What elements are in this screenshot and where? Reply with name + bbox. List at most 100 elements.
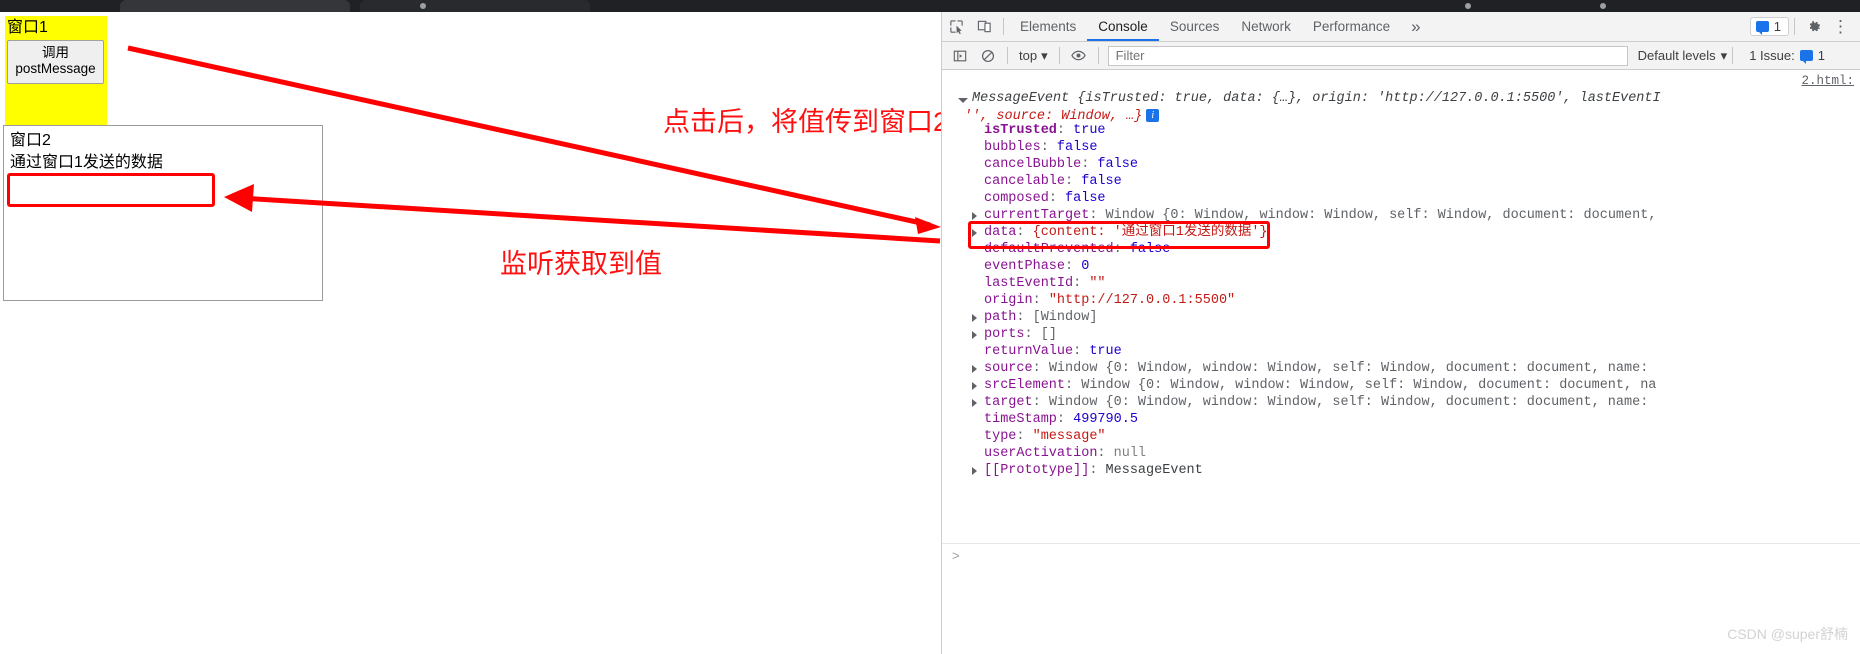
tab-sources[interactable]: Sources	[1159, 12, 1231, 41]
execution-context-select[interactable]: top ▾	[1013, 48, 1054, 64]
group-expand-toggle[interactable]	[958, 98, 968, 103]
console-prop-row: eventPhase: 0	[984, 259, 1090, 274]
live-expression-eye-icon[interactable]	[1065, 43, 1093, 69]
prop-value: [Window]	[1032, 310, 1098, 325]
prop-key: composed	[984, 191, 1049, 206]
profile-icon[interactable]	[1600, 3, 1606, 9]
prop-key: timeStamp	[984, 412, 1057, 427]
page-viewport: 窗口1 调用 postMessage 窗口2 通过窗口1发送的数据 点击后，将值…	[0, 12, 941, 654]
prop-key: currentTarget	[984, 208, 1090, 223]
prop-value: 499790.5	[1073, 412, 1138, 427]
prop-key: source	[984, 361, 1033, 376]
chevron-down-icon-levels: ▾	[1720, 47, 1728, 63]
console-source-link[interactable]: 2.html:	[1801, 73, 1854, 90]
prop-expand-toggle[interactable]	[972, 399, 977, 407]
prop-key: cancelBubble	[984, 157, 1082, 172]
window2-iframe: 窗口2 通过窗口1发送的数据	[3, 125, 323, 301]
console-prop-row: source: Window {0: Window, window: Windo…	[972, 360, 1860, 377]
prop-key: ports	[984, 327, 1025, 342]
chevron-down-icon: ▾	[1041, 47, 1048, 63]
filterbar-divider-2	[1058, 47, 1060, 64]
tab-console[interactable]: Console	[1087, 12, 1159, 41]
prop-key: type	[984, 429, 1017, 444]
kebab-menu-icon[interactable]: ⋮	[1828, 18, 1853, 35]
prop-key: [[Prototype]]	[984, 463, 1090, 478]
tab-performance[interactable]: Performance	[1302, 12, 1401, 41]
console-prop-row: target: Window {0: Window, window: Windo…	[972, 394, 1860, 411]
prop-value: false	[1129, 242, 1171, 257]
console-prop-row: composed: false	[984, 191, 1106, 206]
annotation-click-sends-value: 点击后，将值传到窗口2	[663, 107, 941, 137]
console-sidebar-icon[interactable]	[946, 43, 974, 69]
prop-key: cancelable	[984, 174, 1066, 189]
received-data-highlight-box	[7, 173, 215, 207]
console-prompt[interactable]: >	[952, 548, 960, 565]
console-prop-row: ports: []	[972, 326, 1860, 343]
prop-expand-toggle[interactable]	[972, 331, 977, 339]
log-levels-select[interactable]: Default levels ▾	[1638, 48, 1728, 64]
prop-key: eventPhase	[984, 259, 1066, 274]
prop-value: "http://127.0.0.1:5500"	[1048, 293, 1236, 308]
browser-tab-strip	[0, 0, 1860, 12]
gear-icon[interactable]	[1800, 14, 1828, 40]
window1-title: 窗口1	[7, 19, 48, 36]
device-toolbar-icon[interactable]	[970, 14, 998, 40]
console-message-badge[interactable]: 1	[1749, 17, 1789, 36]
prop-key: userActivation	[984, 446, 1098, 461]
console-prop-row: type: "message"	[984, 429, 1106, 444]
tab-elements-label: Elements	[1020, 19, 1077, 34]
console-prompt-divider	[942, 543, 1860, 544]
info-badge-icon[interactable]: i	[1146, 109, 1160, 122]
prop-key: srcElement	[984, 378, 1066, 393]
tab-network[interactable]: Network	[1230, 12, 1302, 41]
console-prop-row: isTrusted: true	[984, 123, 1106, 138]
prop-expand-toggle[interactable]	[972, 314, 977, 322]
console-message-count: 1	[1773, 19, 1781, 34]
prop-expand-toggle[interactable]	[972, 382, 977, 390]
browser-tab-1[interactable]	[120, 0, 350, 12]
prop-expand-toggle[interactable]	[972, 212, 977, 220]
prop-expand-toggle[interactable]	[972, 467, 977, 475]
console-prop-row: srcElement: Window {0: Window, window: W…	[972, 377, 1860, 394]
prop-value: Window {0: Window, window: Window, self:…	[1048, 395, 1649, 410]
prop-value: ""	[1089, 276, 1106, 291]
prop-key: path	[984, 310, 1017, 325]
prop-value: "message"	[1032, 429, 1106, 444]
browser-tab-2[interactable]	[360, 0, 590, 12]
extensions-icon[interactable]	[1465, 3, 1471, 9]
console-prop-row: cancelBubble: false	[984, 157, 1138, 172]
filterbar-divider-3	[1097, 47, 1099, 64]
prop-value: Window {0: Window, window: Window, self:…	[1048, 361, 1649, 376]
prop-value: false	[1097, 157, 1138, 172]
tab-console-label: Console	[1098, 19, 1148, 34]
prop-key: lastEventId	[984, 276, 1074, 291]
window2-title: 窗口2	[10, 132, 51, 149]
toolbar-divider	[1003, 18, 1004, 35]
console-prop-row: timeStamp: 499790.5	[984, 412, 1138, 427]
tab-elements[interactable]: Elements	[1009, 12, 1087, 41]
execution-context-value: top	[1019, 48, 1038, 63]
console-prop-row: origin: "http://127.0.0.1:5500"	[984, 293, 1236, 308]
new-tab-plus-icon[interactable]	[420, 3, 426, 9]
clear-console-icon[interactable]	[974, 43, 1002, 69]
speech-bubble-icon	[1755, 21, 1769, 35]
prop-expand-toggle[interactable]	[972, 229, 977, 237]
window2-received-data: 通过窗口1发送的数据	[10, 154, 163, 171]
message-event-summary-line1: MessageEvent {isTrusted: true, data: {…}…	[972, 91, 1661, 106]
post-message-button[interactable]: 调用 postMessage	[7, 40, 104, 84]
prop-value: MessageEvent	[1105, 463, 1203, 478]
console-filter-input[interactable]	[1107, 45, 1628, 66]
more-tabs-chevron-icon[interactable]: »	[1401, 17, 1430, 37]
issues-bubble-icon	[1799, 50, 1813, 64]
screenshot-root: 窗口1 调用 postMessage 窗口2 通过窗口1发送的数据 点击后，将值…	[0, 0, 1860, 654]
filterbar-divider-4	[1732, 47, 1734, 64]
devtools-tabbar: Elements Console Sources Network Perform…	[942, 12, 1860, 42]
console-output: 2.html: MessageEvent {isTrusted: true, d…	[942, 70, 1860, 654]
prop-value: true	[1073, 123, 1106, 138]
prop-expand-toggle[interactable]	[972, 365, 977, 373]
tab-performance-label: Performance	[1312, 19, 1391, 34]
console-prop-row: path: [Window]	[972, 309, 1860, 326]
issues-label: 1 Issue:	[1749, 48, 1795, 63]
issues-badge[interactable]: 1 Issue: 1	[1748, 47, 1826, 64]
inspect-element-icon[interactable]	[942, 14, 970, 40]
